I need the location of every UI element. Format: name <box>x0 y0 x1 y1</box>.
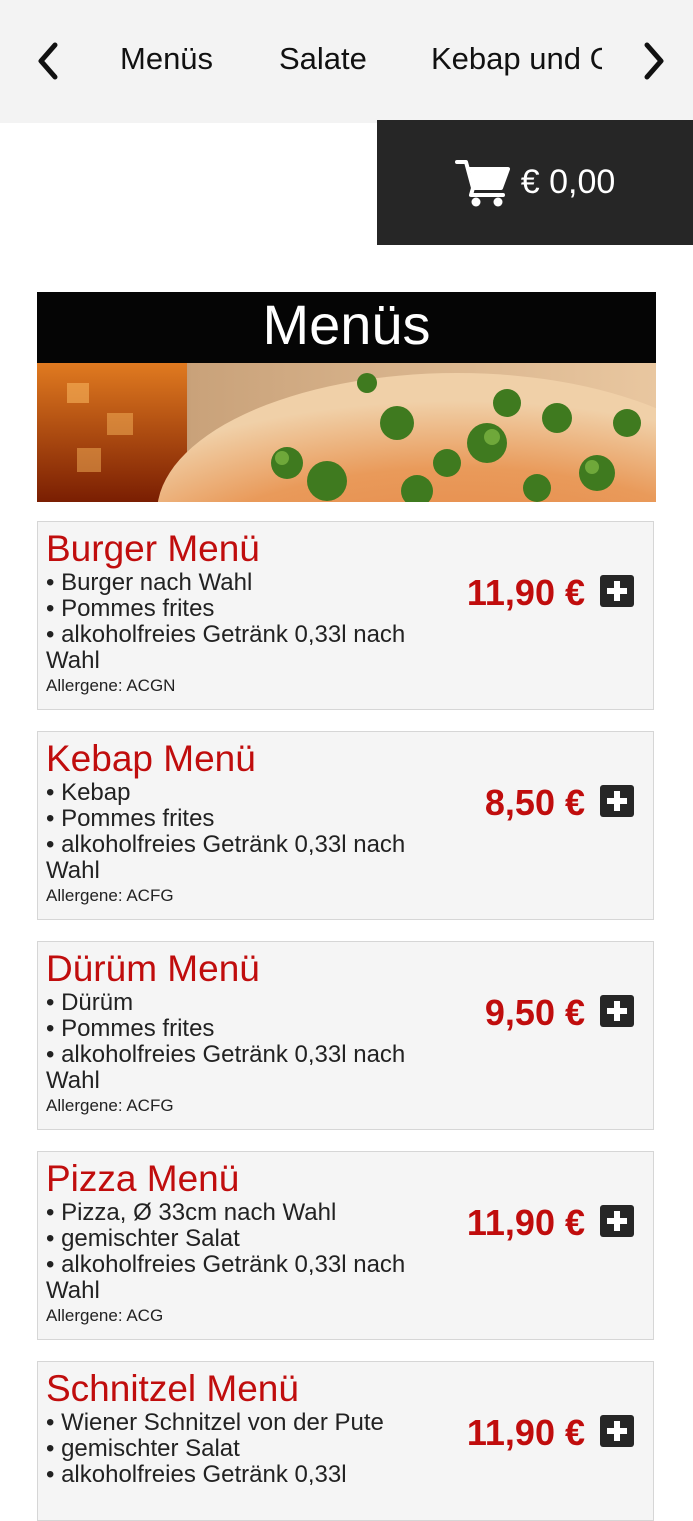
item-price: 8,50 € <box>484 782 585 823</box>
item-desc-line: • gemischter Salat <box>46 1225 240 1252</box>
item-desc-line: • Burger nach Wahl <box>46 569 253 596</box>
item-description: • Wiener Schnitzel von der Pute • gemisc… <box>46 1410 406 1488</box>
item-price: 11,90 € <box>466 1202 585 1243</box>
item-desc-line: • Kebap <box>46 779 131 806</box>
item-allergens: Allergene: ACGN <box>46 676 176 695</box>
add-to-cart-button[interactable] <box>600 575 634 607</box>
plus-icon <box>607 581 627 601</box>
item-desc-line: • alkoholfreies Getränk 0,33l nach Wahl <box>46 621 406 674</box>
tab-menues[interactable]: Menüs <box>120 40 213 78</box>
item-desc-line: • gemischter Salat <box>46 1435 240 1462</box>
tab-salate[interactable]: Salate <box>279 40 367 78</box>
item-price: 11,90 € <box>466 1412 585 1453</box>
item-allergens: Allergene: ACFG <box>46 1096 174 1115</box>
item-desc-line: • Dürüm <box>46 989 134 1016</box>
plus-icon <box>607 1421 627 1441</box>
chevron-right-icon <box>644 42 664 80</box>
section-banner-image <box>37 363 656 502</box>
item-name: Dürüm Menü <box>46 948 260 989</box>
menu-item-card: Pizza Menü • Pizza, Ø 33cm nach Wahl • g… <box>37 1151 654 1340</box>
plus-icon <box>607 791 627 811</box>
item-description: • Dürüm • Pommes frites • alkoholfreies … <box>46 990 406 1118</box>
item-desc-line: • alkoholfreies Getränk 0,33l <box>46 1461 347 1488</box>
section-title: Menüs <box>37 292 656 363</box>
chevron-left-icon <box>38 42 58 80</box>
plus-icon <box>607 1001 627 1021</box>
item-desc-line: • Pizza, Ø 33cm nach Wahl <box>46 1199 337 1226</box>
item-desc-line: • alkoholfreies Getränk 0,33l nach Wahl <box>46 831 406 884</box>
item-name: Burger Menü <box>46 528 260 569</box>
cart-button[interactable]: € 0,00 <box>377 120 693 245</box>
nav-next-button[interactable] <box>634 38 674 84</box>
item-desc-line: • Wiener Schnitzel von der Pute <box>46 1409 384 1436</box>
nav-prev-button[interactable] <box>28 38 68 84</box>
item-description: • Kebap • Pommes frites • alkoholfreies … <box>46 780 406 908</box>
item-desc-line: • Pommes frites <box>46 805 215 832</box>
category-tabs: Menüs Salate Kebap und G <box>96 0 602 123</box>
item-price: 9,50 € <box>484 992 585 1033</box>
item-price: 11,90 € <box>466 572 585 613</box>
item-desc-line: • alkoholfreies Getränk 0,33l nach Wahl <box>46 1251 406 1304</box>
add-to-cart-button[interactable] <box>600 995 634 1027</box>
cart-total: € 0,00 <box>520 163 616 201</box>
item-allergens: Allergene: ACG <box>46 1306 164 1325</box>
item-name: Kebap Menü <box>46 738 256 779</box>
item-name: Pizza Menü <box>46 1158 240 1199</box>
item-desc-line: • Pommes frites <box>46 1015 215 1042</box>
shopping-cart-icon <box>454 159 510 206</box>
item-desc-line: • Pommes frites <box>46 595 215 622</box>
plus-icon <box>607 1211 627 1231</box>
menu-item-card: Burger Menü • Burger nach Wahl • Pommes … <box>37 521 654 710</box>
add-to-cart-button[interactable] <box>600 785 634 817</box>
add-to-cart-button[interactable] <box>600 1205 634 1237</box>
add-to-cart-button[interactable] <box>600 1415 634 1447</box>
menu-item-card: Kebap Menü • Kebap • Pommes frites • alk… <box>37 731 654 920</box>
item-description: • Pizza, Ø 33cm nach Wahl • gemischter S… <box>46 1200 406 1328</box>
menu-item-card: Dürüm Menü • Dürüm • Pommes frites • alk… <box>37 941 654 1130</box>
item-desc-line: • alkoholfreies Getränk 0,33l nach Wahl <box>46 1041 406 1094</box>
menu-item-card: Schnitzel Menü • Wiener Schnitzel von de… <box>37 1361 654 1521</box>
item-description: • Burger nach Wahl • Pommes frites • alk… <box>46 570 406 698</box>
category-nav-bar: Menüs Salate Kebap und G <box>0 0 693 123</box>
item-name: Schnitzel Menü <box>46 1368 299 1409</box>
tab-kebap[interactable]: Kebap und G <box>431 40 602 78</box>
item-allergens: Allergene: ACFG <box>46 886 174 905</box>
